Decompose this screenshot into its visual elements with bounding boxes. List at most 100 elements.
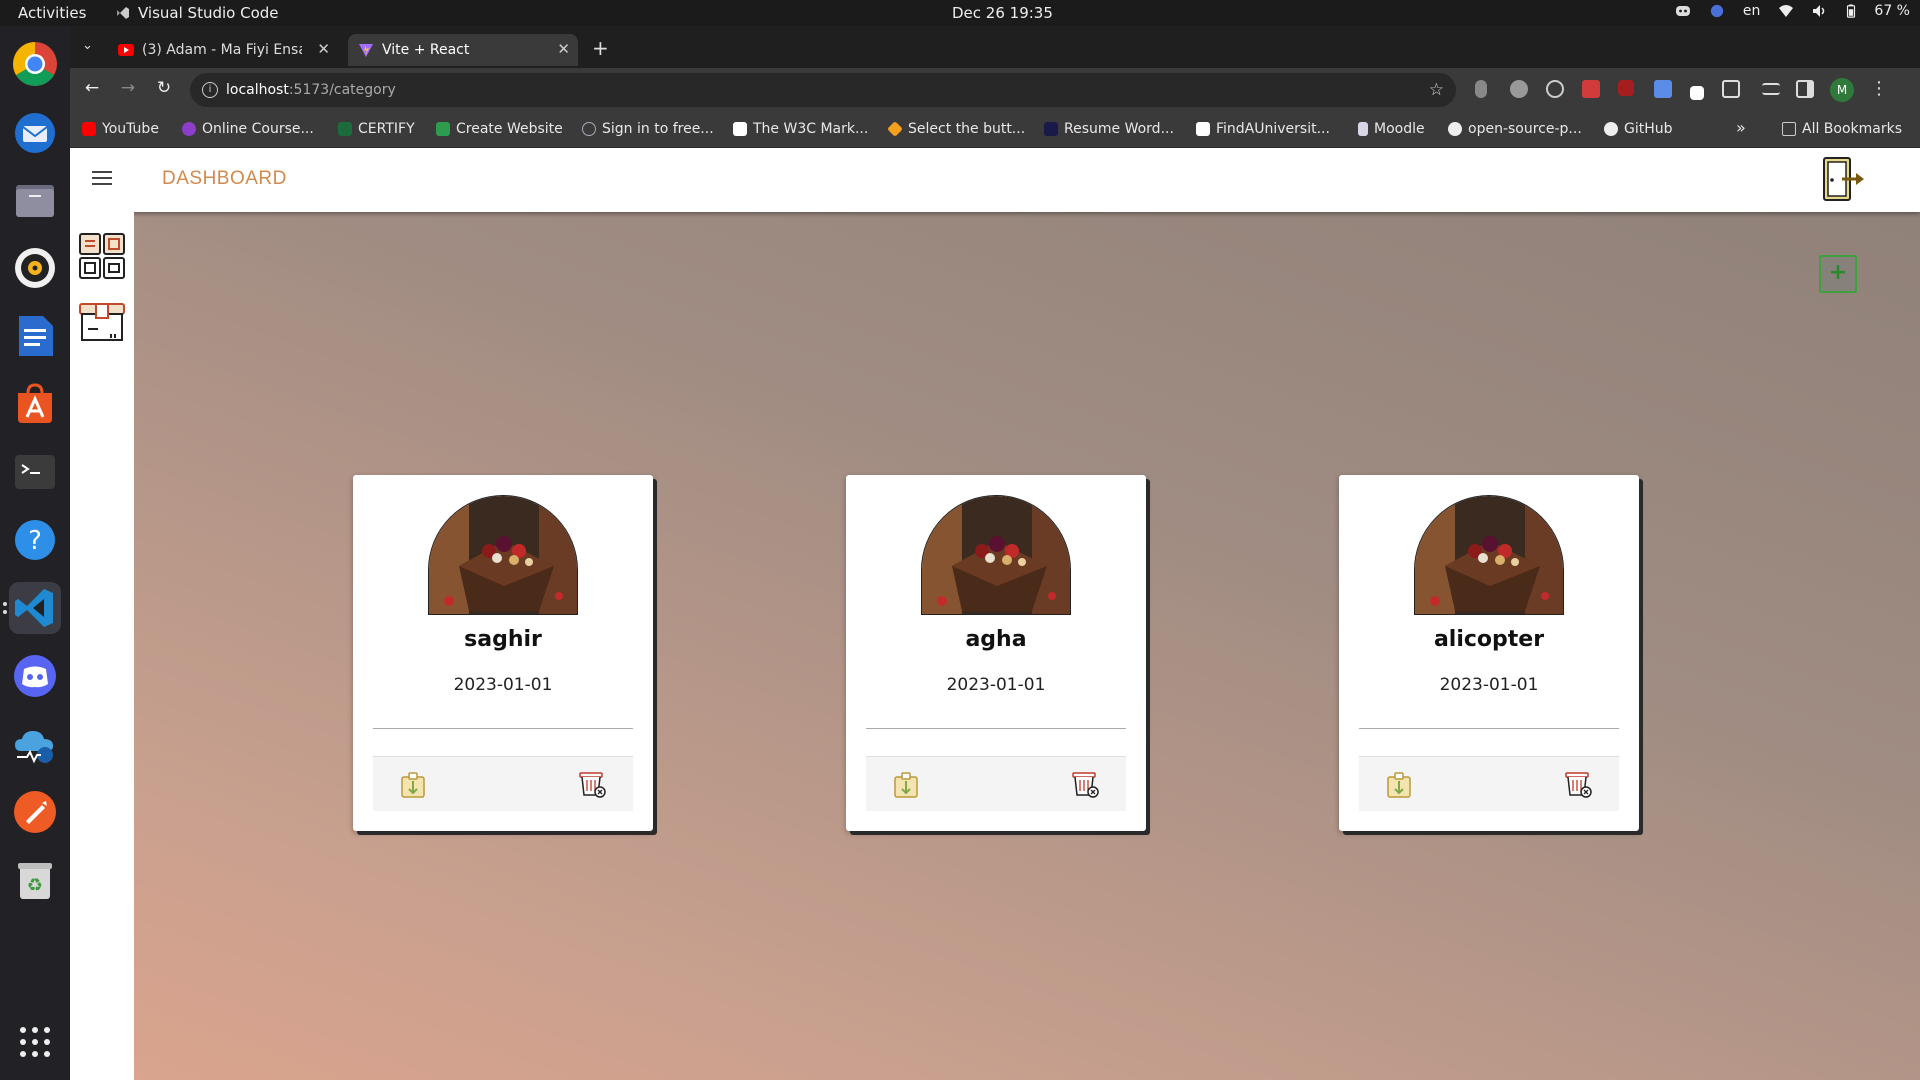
hamburger-menu-icon[interactable] bbox=[92, 171, 112, 187]
app-center-icon[interactable] bbox=[9, 378, 61, 430]
youtube-icon bbox=[118, 44, 134, 56]
dock: ? ♻ bbox=[0, 26, 70, 1080]
postman-icon[interactable] bbox=[9, 786, 61, 838]
new-tab-button[interactable]: + bbox=[592, 36, 609, 60]
add-category-button[interactable]: + bbox=[1819, 255, 1857, 293]
focused-app-name: Visual Studio Code bbox=[138, 4, 279, 22]
battery-percent: 67 % bbox=[1874, 3, 1910, 19]
show-apps-icon[interactable] bbox=[9, 1016, 61, 1068]
tab-title: (3) Adam - Ma Fiyi Ensak bbox=[142, 42, 302, 58]
bookmark-find-university[interactable]: FindAUniversit... bbox=[1196, 121, 1330, 137]
tab-vite-react[interactable]: Vite + React ✕ bbox=[348, 34, 578, 66]
delete-icon[interactable] bbox=[577, 769, 607, 799]
discord-icon[interactable] bbox=[9, 650, 61, 702]
bookmark-w3c[interactable]: The W3C Mark... bbox=[733, 121, 868, 137]
bookmark-star-icon[interactable]: ☆ bbox=[1429, 73, 1444, 107]
vite-icon bbox=[359, 44, 373, 57]
category-card: agha 2023-01-01 bbox=[846, 475, 1146, 831]
terminal-icon[interactable] bbox=[9, 446, 61, 498]
delete-icon[interactable] bbox=[1563, 769, 1593, 799]
forward-button[interactable]: → bbox=[116, 78, 140, 102]
help-icon[interactable]: ? bbox=[9, 514, 61, 566]
target-extension-icon[interactable] bbox=[1546, 80, 1564, 98]
all-bookmarks[interactable]: All Bookmarks bbox=[1782, 121, 1902, 137]
category-date: 2023-01-01 bbox=[946, 675, 1046, 695]
categories-grid-icon[interactable] bbox=[78, 232, 126, 280]
bookmarks-bar: YouTube Online Course... CERTIFY Create … bbox=[70, 112, 1920, 148]
edit-icon[interactable] bbox=[399, 771, 427, 799]
docs-extension-icon[interactable] bbox=[1654, 80, 1672, 98]
tab-youtube[interactable]: (3) Adam - Ma Fiyi Ensak ✕ bbox=[108, 34, 338, 66]
products-box-icon[interactable] bbox=[78, 298, 126, 346]
bookmark-moodle[interactable]: Moodle bbox=[1358, 121, 1425, 137]
discord-tray-icon bbox=[1675, 6, 1690, 16]
bookmark-create-website[interactable]: Create Website bbox=[436, 121, 563, 137]
chrome-menu-icon[interactable]: ⋮ bbox=[1870, 78, 1888, 99]
url-host: localhost bbox=[226, 82, 289, 98]
tab-search-icon[interactable]: ⌄ bbox=[82, 38, 93, 53]
system-tray[interactable]: en 67 % bbox=[1675, 3, 1910, 19]
bookmark-open-source[interactable]: open-source-p... bbox=[1448, 121, 1582, 137]
settings-extension-icon[interactable] bbox=[1510, 80, 1528, 98]
back-button[interactable]: ← bbox=[80, 78, 104, 102]
red-extension-icon[interactable] bbox=[1582, 80, 1600, 98]
bookmark-certify[interactable]: CERTIFY bbox=[338, 121, 415, 137]
category-name: alicopter bbox=[1433, 627, 1545, 652]
profile-avatar[interactable]: M bbox=[1830, 78, 1854, 102]
category-card: saghir 2023-01-01 bbox=[353, 475, 653, 831]
diamond-icon bbox=[887, 121, 903, 137]
bookmark-youtube[interactable]: YouTube bbox=[82, 121, 159, 137]
tab-title: Vite + React bbox=[382, 42, 470, 58]
bookmark-select-button[interactable]: Select the butt... bbox=[887, 121, 1025, 137]
volume-icon bbox=[1813, 5, 1825, 17]
thunderbird-icon[interactable] bbox=[9, 106, 61, 158]
extension-icon[interactable] bbox=[1475, 80, 1487, 98]
clock[interactable]: Dec 26 19:35 bbox=[952, 4, 1053, 22]
logout-icon[interactable] bbox=[1818, 154, 1868, 204]
rhythmbox-icon[interactable] bbox=[9, 242, 61, 294]
sign-in-icon bbox=[582, 122, 596, 136]
focused-app-menu[interactable]: Visual Studio Code bbox=[116, 4, 279, 22]
activities-button[interactable]: Activities bbox=[18, 4, 86, 22]
w3c-icon bbox=[733, 122, 747, 136]
bookmark-online-course[interactable]: Online Course... bbox=[182, 121, 314, 137]
trash-icon[interactable]: ♻ bbox=[9, 854, 61, 906]
bookmark-resume-word[interactable]: Resume Word... bbox=[1044, 121, 1174, 137]
certify-icon bbox=[338, 122, 352, 136]
system-top-bar: Activities Visual Studio Code Dec 26 19:… bbox=[0, 0, 1920, 26]
url-path: :5173/category bbox=[288, 82, 396, 98]
course-icon bbox=[182, 122, 196, 136]
bookmark-github[interactable]: GitHub bbox=[1604, 121, 1673, 137]
divider bbox=[1359, 728, 1619, 729]
battery-icon bbox=[1847, 4, 1856, 18]
weather-icon[interactable] bbox=[9, 718, 61, 770]
edit-icon[interactable] bbox=[1385, 771, 1413, 799]
edit-icon[interactable] bbox=[892, 771, 920, 799]
more-bookmarks-icon[interactable]: » bbox=[1736, 118, 1746, 137]
page-title[interactable]: DASHBOARD bbox=[162, 168, 287, 190]
app-header: DASHBOARD bbox=[70, 148, 1920, 212]
category-name: agha bbox=[965, 627, 1027, 652]
side-panel-icon[interactable] bbox=[1796, 80, 1814, 98]
running-indicator bbox=[3, 610, 7, 614]
vscode-icon[interactable] bbox=[9, 582, 61, 634]
reading-list-icon[interactable] bbox=[1762, 83, 1780, 95]
page-content: DASHBOARD + saghir 2023-01-01 agha 2023-… bbox=[70, 148, 1920, 1080]
card-actions bbox=[1359, 756, 1619, 811]
files-icon[interactable] bbox=[9, 174, 61, 226]
chrome-icon[interactable] bbox=[9, 38, 61, 90]
ublock-icon[interactable] bbox=[1618, 80, 1634, 96]
sidebar bbox=[70, 212, 134, 1080]
reload-button[interactable]: ↻ bbox=[152, 78, 176, 102]
bookmark-sign-in[interactable]: Sign in to free... bbox=[582, 121, 714, 137]
delete-icon[interactable] bbox=[1070, 769, 1100, 799]
github-icon bbox=[1604, 122, 1618, 136]
writer-icon[interactable] bbox=[9, 310, 61, 362]
close-tab-icon[interactable]: ✕ bbox=[317, 40, 330, 58]
close-tab-icon[interactable]: ✕ bbox=[557, 40, 570, 58]
extensions-puzzle-icon[interactable] bbox=[1722, 80, 1740, 98]
site-info-icon[interactable]: i bbox=[202, 82, 218, 98]
github-icon bbox=[1448, 122, 1462, 136]
pin-extension-icon[interactable] bbox=[1690, 86, 1704, 100]
url-bar[interactable]: i localhost:5173/category ☆ bbox=[190, 73, 1456, 107]
